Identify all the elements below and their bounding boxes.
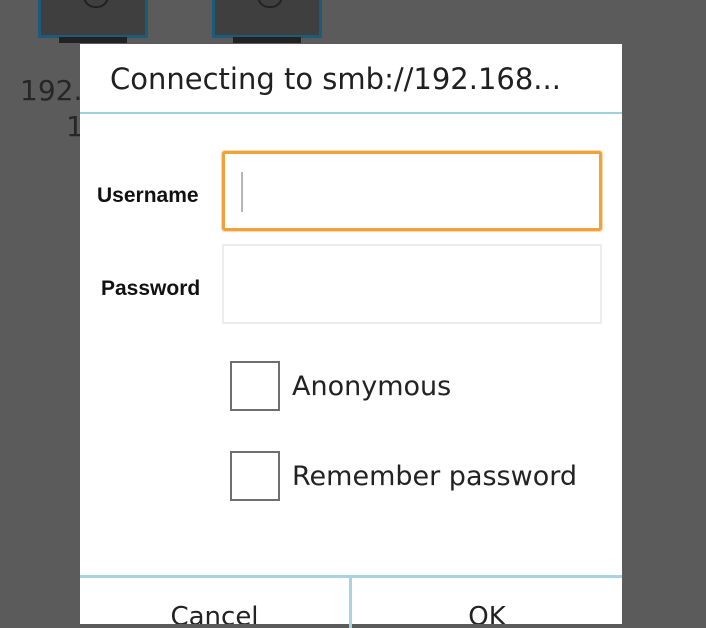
remember-password-checkbox[interactable] xyxy=(230,451,280,501)
anonymous-label: Anonymous xyxy=(292,370,452,402)
network-device-icon xyxy=(38,0,148,43)
device-screen-mark xyxy=(257,0,283,8)
text-cursor xyxy=(241,172,243,212)
dialog-title: Connecting to smb://192.168... xyxy=(110,62,561,96)
title-divider xyxy=(80,112,622,114)
cancel-button[interactable]: Cancel xyxy=(80,578,349,624)
device-stand xyxy=(233,37,301,43)
smb-login-dialog: Connecting to smb://192.168... Username … xyxy=(80,44,622,628)
device-label: 192. xyxy=(20,74,83,107)
password-label: Password xyxy=(101,277,201,300)
username-input[interactable] xyxy=(222,151,602,231)
cancel-button-label: Cancel xyxy=(170,602,259,624)
device-stand xyxy=(59,37,127,43)
password-input[interactable] xyxy=(222,244,602,324)
anonymous-checkbox[interactable] xyxy=(230,361,280,411)
remember-password-option[interactable]: Remember password xyxy=(230,451,577,501)
remember-password-label: Remember password xyxy=(292,460,577,492)
anonymous-option[interactable]: Anonymous xyxy=(230,361,451,411)
device-screen-mark xyxy=(83,0,109,8)
ok-button[interactable]: OK xyxy=(352,578,622,624)
network-device-icon xyxy=(212,0,322,43)
ok-button-label: OK xyxy=(468,602,506,624)
username-label: Username xyxy=(97,184,199,207)
